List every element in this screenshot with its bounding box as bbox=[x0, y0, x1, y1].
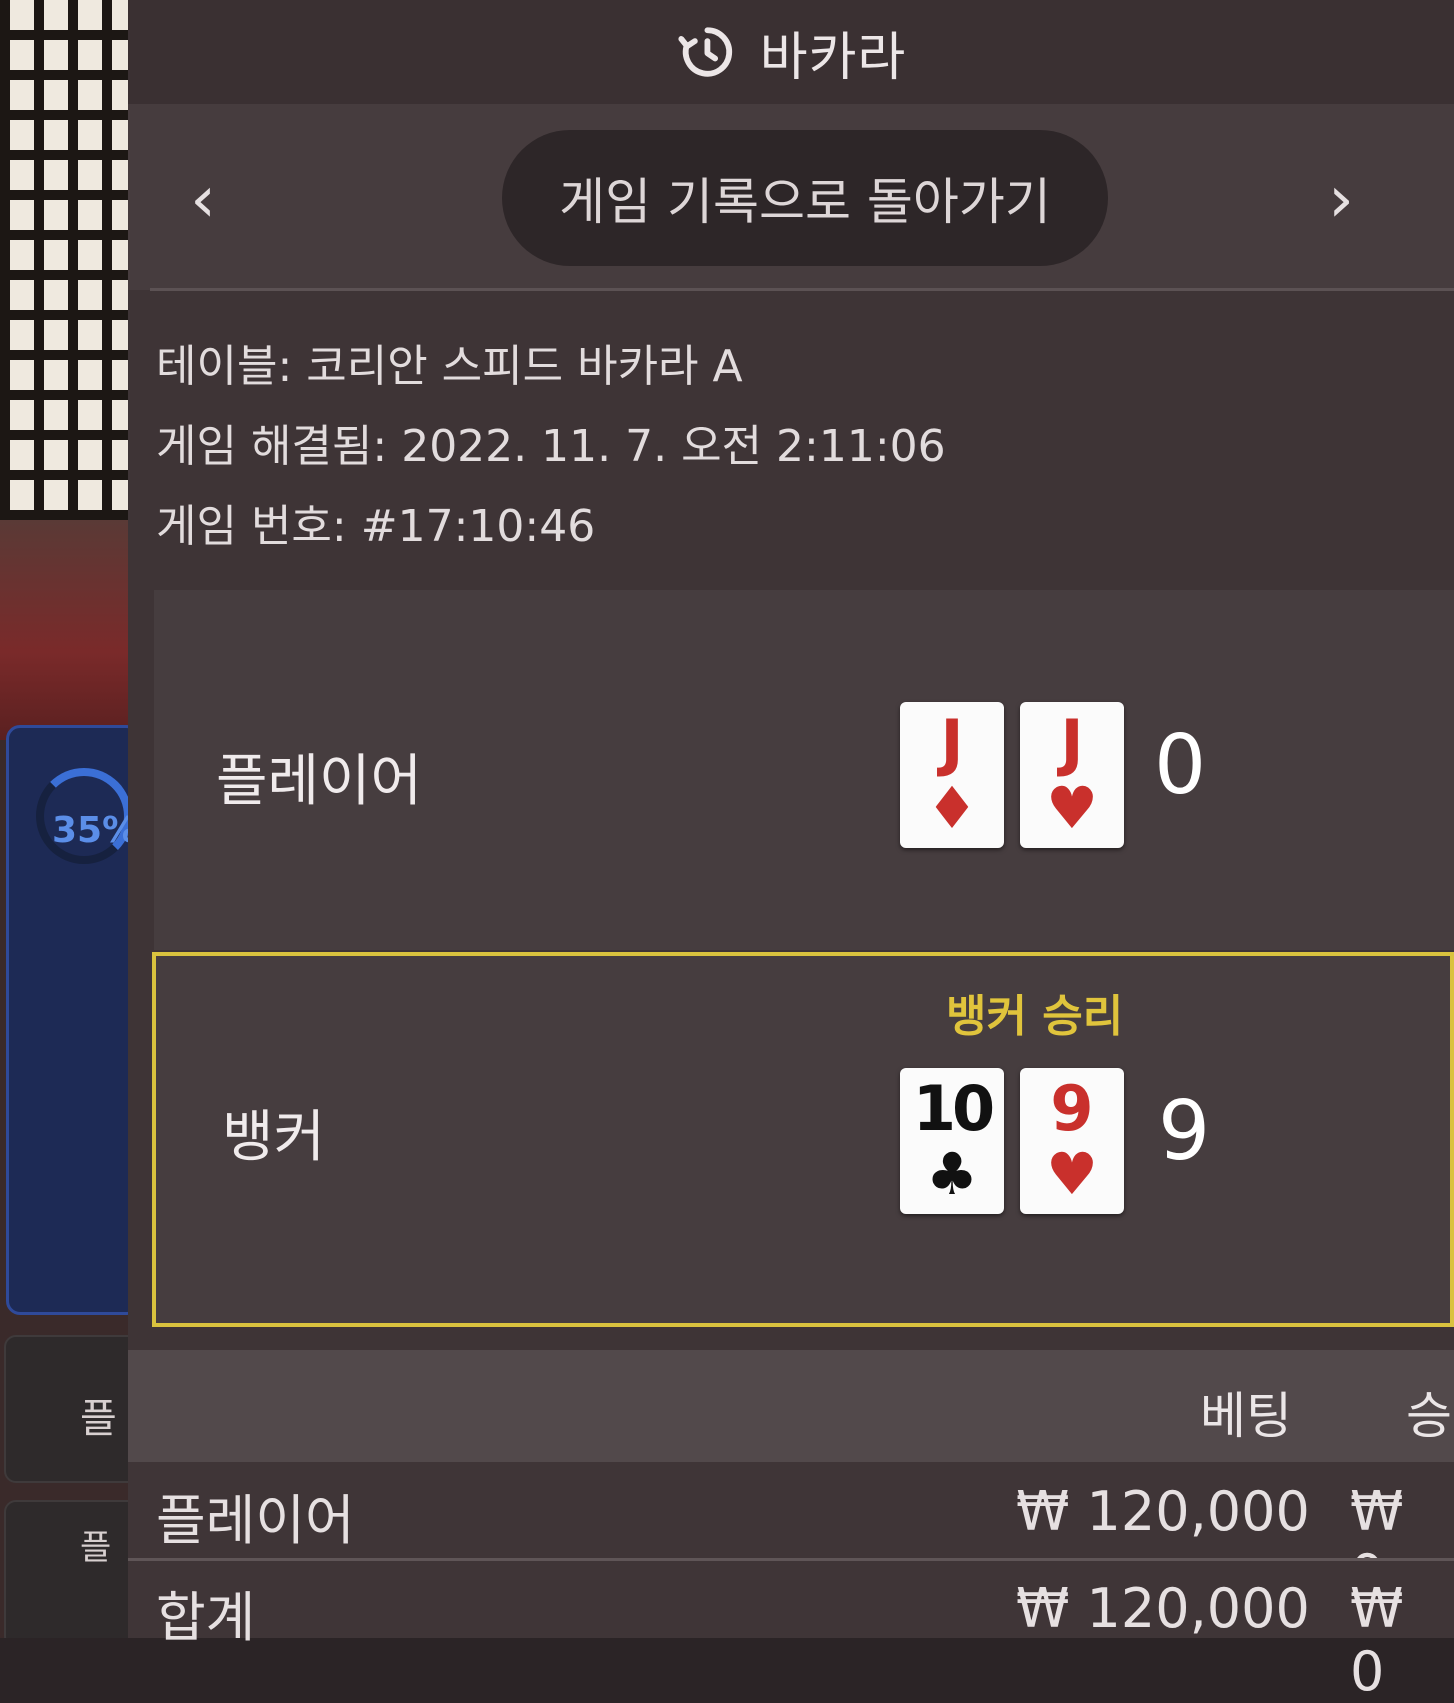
background-percent-label: 35% bbox=[52, 810, 139, 851]
game-resolved-time: 게임 해결됨: 2022. 11. 7. 오전 2:11:06 bbox=[156, 421, 946, 472]
total-win-amount: ₩ 0 bbox=[1350, 1577, 1404, 1703]
player-label: 플레이어 bbox=[216, 749, 423, 814]
banker-label: 뱅커 bbox=[222, 1105, 326, 1170]
background-side-label-1: 플 bbox=[80, 1396, 117, 1442]
card-rank: 9 bbox=[1050, 1072, 1094, 1145]
win-column-header: 승 bbox=[1406, 1387, 1452, 1445]
heart-icon: ♥ bbox=[1046, 774, 1098, 842]
banker-score: 9 bbox=[1158, 1084, 1211, 1179]
table-name: 테이블: 코리안 스피드 바카라 A bbox=[156, 341, 743, 392]
banker-card-2: 9 ♥ bbox=[1020, 1068, 1124, 1214]
history-icon bbox=[678, 27, 732, 77]
divider bbox=[150, 288, 1454, 291]
player-card-2: J ♥ bbox=[1020, 702, 1124, 848]
card-rank: J bbox=[1060, 706, 1084, 779]
row-bet-amount: ₩ 120,000 bbox=[1016, 1480, 1310, 1543]
back-to-history-button[interactable]: 게임 기록으로 돌아가기 bbox=[502, 130, 1108, 266]
bet-column-header: 베팅 bbox=[1200, 1387, 1292, 1445]
club-icon: ♣ bbox=[926, 1140, 978, 1208]
lattice-wall-decoration bbox=[0, 0, 140, 520]
card-rank: J bbox=[940, 706, 964, 779]
total-label: 합계 bbox=[156, 1586, 256, 1649]
game-number: 게임 번호: #17:10:46 bbox=[156, 501, 596, 552]
card-rank: 10 bbox=[912, 1072, 995, 1145]
background-side-label-2: 플 bbox=[80, 1528, 112, 1568]
total-bet-amount: ₩ 120,000 bbox=[1016, 1577, 1310, 1640]
player-card-1: J ♦ bbox=[900, 702, 1004, 848]
player-score: 0 bbox=[1154, 718, 1207, 813]
banker-hand: 뱅커 승리 뱅커 10 ♣ 9 ♥ 9 bbox=[152, 952, 1454, 1327]
background-game-view: 35% 플 플 bbox=[0, 0, 140, 1638]
game-history-panel: 바카라 ‹ 게임 기록으로 돌아가기 › 테이블: 코리안 스피드 바카라 A … bbox=[128, 0, 1454, 1703]
table-felt bbox=[0, 520, 140, 740]
background-side-button-2 bbox=[4, 1500, 140, 1638]
row-label: 플레이어 bbox=[156, 1489, 355, 1552]
banker-win-label: 뱅커 승리 bbox=[946, 991, 1124, 1042]
heart-icon: ♥ bbox=[1046, 1140, 1098, 1208]
banker-card-1: 10 ♣ bbox=[900, 1068, 1004, 1214]
table-row: 합계 ₩ 120,000 ₩ 0 bbox=[128, 1561, 1454, 1703]
table-row: 플레이어 ₩ 120,000 ₩ 0 bbox=[128, 1462, 1454, 1606]
previous-game-chevron-left-icon[interactable]: ‹ bbox=[178, 163, 228, 237]
player-hand: 플레이어 J ♦ J ♥ 0 bbox=[154, 590, 1454, 950]
diamond-icon: ♦ bbox=[926, 774, 978, 842]
next-game-chevron-right-icon[interactable]: › bbox=[1316, 163, 1366, 237]
panel-title: 바카라 bbox=[759, 27, 907, 88]
background-side-button-1 bbox=[4, 1335, 140, 1483]
panel-header: 바카라 bbox=[128, 0, 1454, 104]
